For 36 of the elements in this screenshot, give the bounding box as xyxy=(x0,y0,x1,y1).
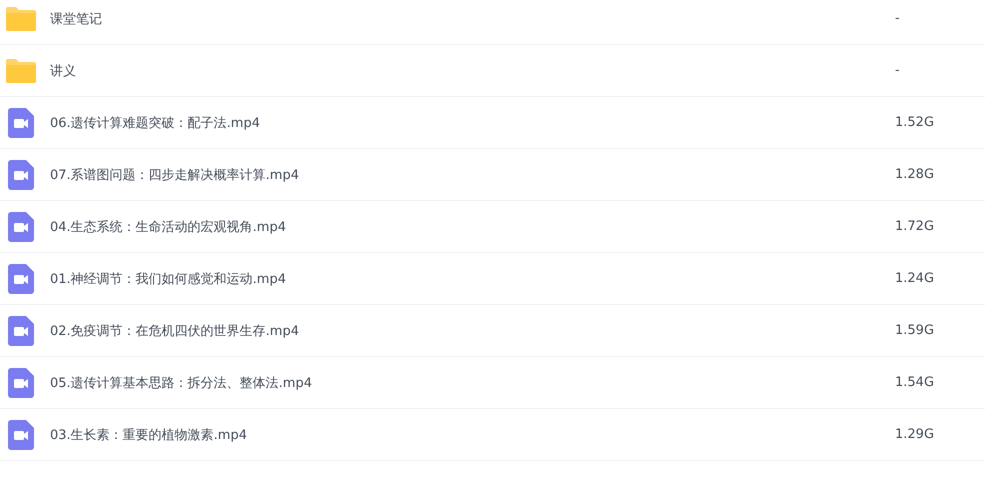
video-file-icon xyxy=(8,264,34,294)
file-row[interactable]: 讲义 - xyxy=(0,45,985,97)
folder-icon xyxy=(6,58,36,82)
file-size: 1.28G xyxy=(895,167,936,182)
file-row[interactable]: 03.生长素：重要的植物激素.mp4 1.29G xyxy=(0,409,985,461)
file-name: 05.遗传计算基本思路：拆分法、整体法.mp4 xyxy=(50,374,313,392)
file-row[interactable]: 05.遗传计算基本思路：拆分法、整体法.mp4 1.54G xyxy=(0,357,985,409)
video-file-icon xyxy=(8,420,34,450)
file-size: 1.59G xyxy=(895,323,936,338)
video-file-icon xyxy=(8,160,34,190)
file-size: 1.72G xyxy=(895,219,936,234)
file-size: - xyxy=(895,11,901,26)
file-name: 课堂笔记 xyxy=(50,10,103,28)
file-size: - xyxy=(895,63,901,78)
file-name: 03.生长素：重要的植物激素.mp4 xyxy=(50,426,248,444)
file-name: 04.生态系统：生命活动的宏观视角.mp4 xyxy=(50,218,287,236)
file-row[interactable]: 课堂笔记 - xyxy=(0,0,985,45)
file-row[interactable]: 07.系谱图问题：四步走解决概率计算.mp4 1.28G xyxy=(0,149,985,201)
file-size: 1.24G xyxy=(895,271,936,286)
video-file-icon xyxy=(8,212,34,242)
file-row[interactable]: 06.遗传计算难题突破：配子法.mp4 1.52G xyxy=(0,97,985,149)
file-name: 07.系谱图问题：四步走解决概率计算.mp4 xyxy=(50,166,300,184)
file-row[interactable]: 02.免疫调节：在危机四伏的世界生存.mp4 1.59G xyxy=(0,305,985,357)
file-size: 1.29G xyxy=(895,427,936,442)
file-row[interactable]: 04.生态系统：生命活动的宏观视角.mp4 1.72G xyxy=(0,201,985,253)
video-file-icon xyxy=(8,108,34,138)
video-file-icon xyxy=(8,368,34,398)
file-size: 1.52G xyxy=(895,115,936,130)
video-file-icon xyxy=(8,316,34,346)
file-row[interactable]: 01.神经调节：我们如何感觉和运动.mp4 1.24G xyxy=(0,253,985,305)
file-name: 02.免疫调节：在危机四伏的世界生存.mp4 xyxy=(50,322,300,340)
file-size: 1.54G xyxy=(895,375,936,390)
file-name: 讲义 xyxy=(50,62,77,80)
file-name: 06.遗传计算难题突破：配子法.mp4 xyxy=(50,114,261,132)
file-name: 01.神经调节：我们如何感觉和运动.mp4 xyxy=(50,270,287,288)
folder-icon xyxy=(6,6,36,30)
